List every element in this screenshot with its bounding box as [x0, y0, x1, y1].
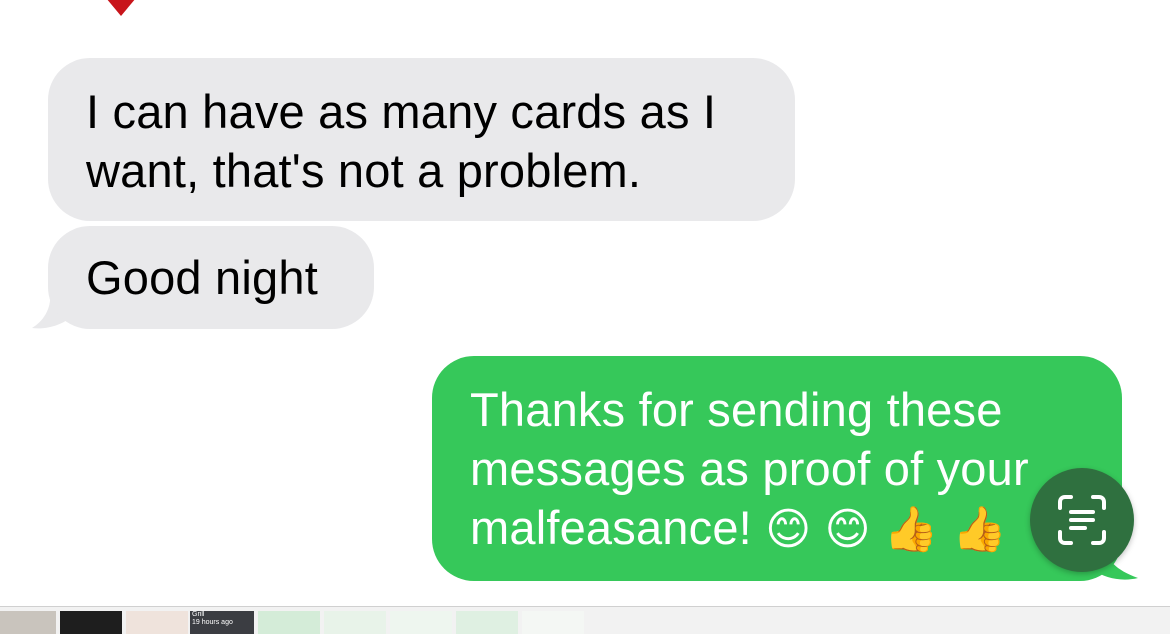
filmstrip-thumbnail[interactable]	[258, 611, 320, 634]
filmstrip-thumbnail[interactable]	[60, 611, 122, 634]
filmstrip-thumbnail[interactable]	[324, 611, 386, 634]
filmstrip-thumbnail[interactable]	[456, 611, 518, 634]
thumbs-up-emoji: 👍	[952, 504, 1008, 555]
smiling-face-emoji: 😊	[765, 504, 812, 555]
incoming-message-bubble[interactable]: Good night	[48, 226, 374, 329]
filmstrip-thumbnail[interactable]	[390, 611, 452, 634]
thumbnail-caption: Grill	[192, 611, 205, 618]
message-text-line: I can have as many cards as I	[86, 85, 717, 138]
smiling-face-emoji: 😊	[824, 504, 871, 555]
message-last-line-text: malfeasance!	[470, 501, 752, 554]
thumbnail-subcaption: 19 hours ago	[192, 619, 233, 626]
outgoing-message-bubble[interactable]: Thanks for sending these messages as pro…	[432, 356, 1122, 581]
filmstrip-thumbnail[interactable]	[0, 611, 56, 634]
filmstrip-thumbnail[interactable]	[126, 611, 188, 634]
message-text-line: want, that's not a problem.	[86, 144, 642, 197]
message-text-line: Good night	[86, 251, 318, 304]
message-text-line: messages as proof of your	[470, 442, 1029, 495]
photo-filmstrip: Grill 19 hours ago	[0, 606, 1170, 634]
message-text-line: Thanks for sending these	[470, 383, 1003, 436]
filmstrip-thumbnail[interactable]: Grill 19 hours ago	[190, 611, 254, 634]
thumbs-up-emoji: 👍	[883, 504, 939, 555]
live-text-icon	[1058, 495, 1106, 545]
tapback-heart-icon[interactable]	[104, 0, 138, 16]
message-text-line: malfeasance! 😊 😊 👍 👍	[470, 498, 1102, 559]
filmstrip-thumbnail[interactable]	[522, 611, 584, 634]
incoming-message-bubble[interactable]: I can have as many cards as I want, that…	[48, 58, 795, 221]
live-text-button[interactable]	[1030, 468, 1134, 572]
